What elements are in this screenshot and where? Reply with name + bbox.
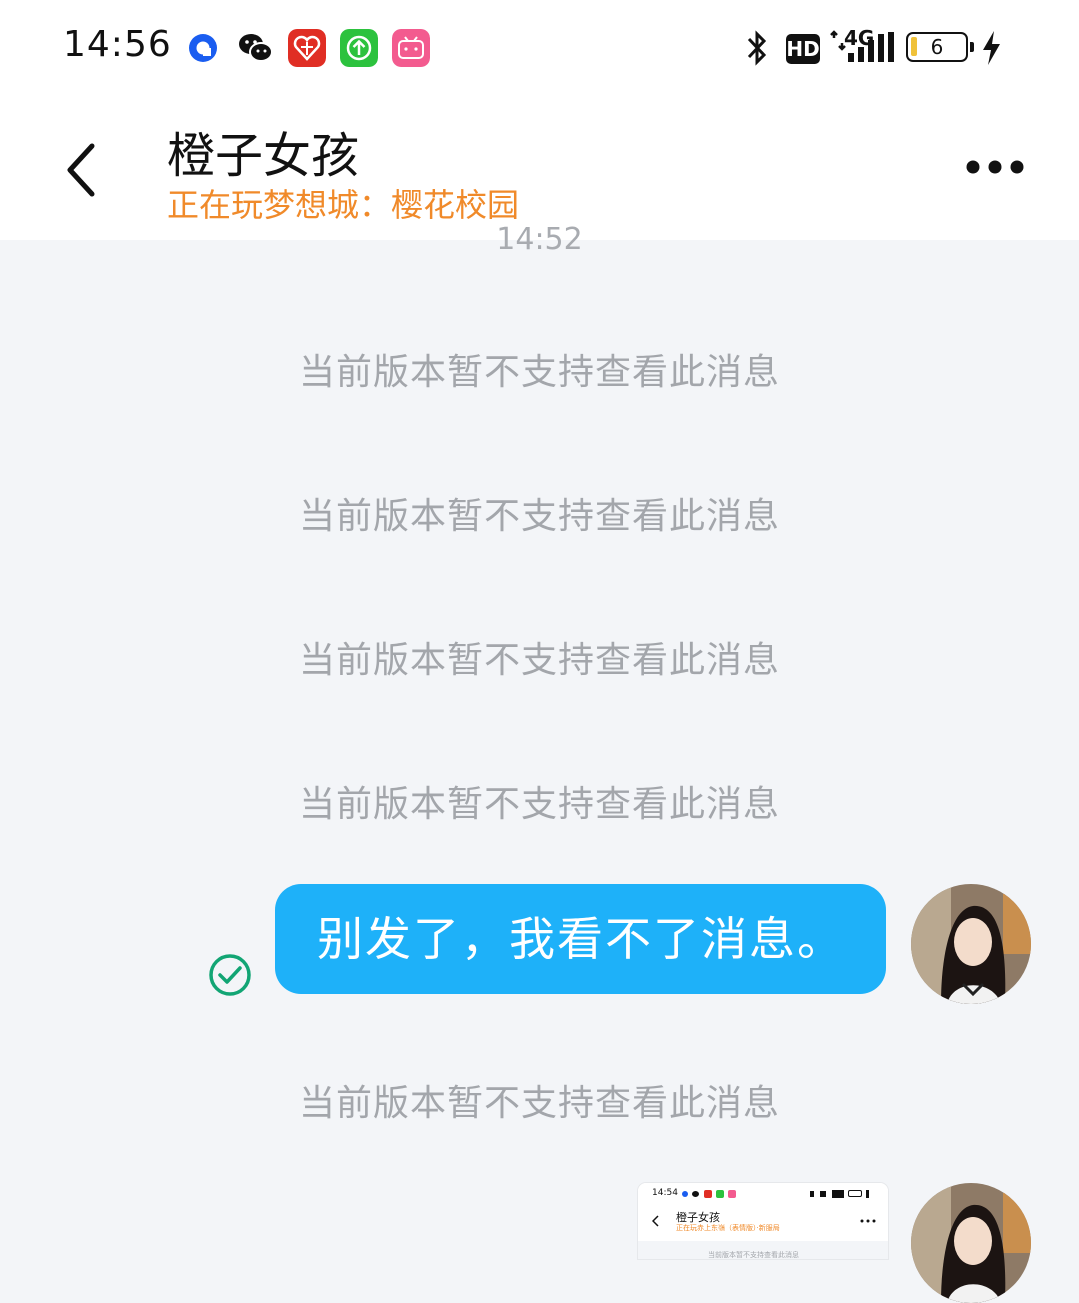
battery-icon: 6	[906, 32, 974, 62]
screenshot-image-message[interactable]: 14:54 橙子女孩 正在玩赤上东嶺（表情版）·新服局 当前版本暂不支持查看此消…	[638, 1183, 888, 1259]
thumbnail-message: 当前版本暂不支持查看此消息	[708, 1251, 799, 1259]
read-check-icon	[209, 954, 251, 996]
thumbnail-subtitle: 正在玩赤上东嶺（表情版）·新服局	[676, 1224, 780, 1232]
bluetooth-icon	[747, 30, 767, 66]
thumbnail-time: 14:54	[652, 1188, 678, 1198]
thumbnail-back-icon	[652, 1215, 659, 1227]
status-time: 14:56	[63, 24, 172, 65]
battery-level: 6	[930, 35, 944, 59]
unsupported-message: 当前版本暂不支持查看此消息	[298, 352, 780, 393]
contact-name: 橙子女孩	[167, 128, 360, 184]
top-bar: 14:56 HD 4G 6 橙子女孩 正在玩梦想城：樱花校园	[0, 0, 1079, 240]
wechat-icon	[239, 34, 273, 62]
user-avatar[interactable]	[911, 884, 1031, 1004]
thumbnail-more-icon	[860, 1219, 876, 1223]
status-bar: 14:56 HD 4G 6	[0, 0, 1079, 96]
unsupported-message: 当前版本暂不支持查看此消息	[298, 784, 780, 825]
hd-icon: HD	[786, 34, 820, 64]
unsupported-message: 当前版本暂不支持查看此消息	[298, 640, 780, 681]
more-options-icon[interactable]	[962, 154, 1028, 180]
user-avatar[interactable]	[911, 1183, 1031, 1303]
chat-header: 橙子女孩 正在玩梦想城：樱花校园	[0, 96, 1079, 240]
back-arrow-icon[interactable]	[62, 140, 102, 200]
pinduoduo-icon	[288, 29, 326, 67]
app-blue-icon	[189, 34, 217, 62]
unsupported-message: 当前版本暂不支持查看此消息	[298, 496, 780, 537]
bilibili-icon	[392, 29, 430, 67]
upload-app-icon	[340, 29, 378, 67]
unsupported-message: 当前版本暂不支持查看此消息	[298, 1083, 780, 1124]
sent-message-bubble[interactable]: 别发了，我看不了消息。	[275, 884, 886, 994]
charging-icon	[983, 31, 1000, 65]
playing-status[interactable]: 正在玩梦想城：樱花校园	[167, 180, 519, 226]
message-timestamp: 14:52	[496, 222, 583, 257]
signal-icon: 4G	[830, 26, 894, 66]
